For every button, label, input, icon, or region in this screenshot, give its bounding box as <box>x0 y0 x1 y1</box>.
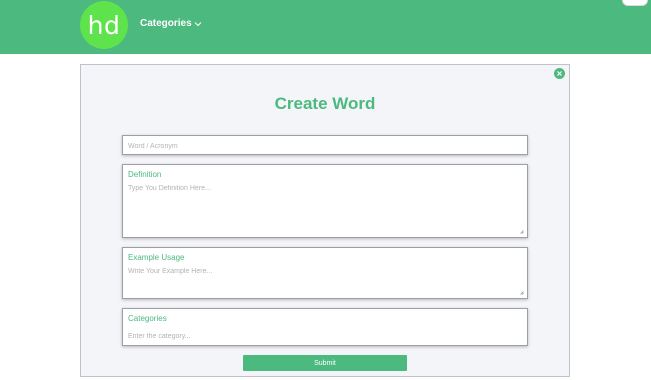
nav-categories-dropdown[interactable]: Categories <box>140 18 202 29</box>
theme-toggle[interactable] <box>622 0 648 6</box>
categories-input[interactable] <box>128 331 518 341</box>
word-field-container <box>122 135 528 155</box>
submit-button[interactable]: Submit <box>243 355 407 371</box>
modal-title: Create Word <box>274 94 376 113</box>
definition-label: Definition <box>128 170 162 179</box>
create-word-modal: Create Word Definition Example Usage Cat… <box>80 64 570 377</box>
close-button[interactable] <box>554 68 565 79</box>
definition-field-container: Definition <box>122 164 528 238</box>
example-usage-textarea[interactable] <box>128 268 518 294</box>
example-usage-label: Example Usage <box>128 253 185 262</box>
close-icon <box>557 71 562 76</box>
example-usage-field-container: Example Usage <box>122 247 528 299</box>
word-acronym-input[interactable] <box>128 141 518 151</box>
resize-grip-icon[interactable] <box>520 230 524 234</box>
nav-categories-label: Categories <box>140 18 192 29</box>
top-navbar: hd Categories <box>0 0 651 54</box>
categories-field-container: Categories <box>122 308 528 346</box>
categories-label: Categories <box>128 314 167 323</box>
logo-text: hd <box>87 10 121 40</box>
logo[interactable]: hd <box>80 1 128 49</box>
definition-textarea[interactable] <box>128 185 518 231</box>
chevron-down-icon <box>194 21 202 26</box>
resize-grip-icon[interactable] <box>520 291 524 295</box>
